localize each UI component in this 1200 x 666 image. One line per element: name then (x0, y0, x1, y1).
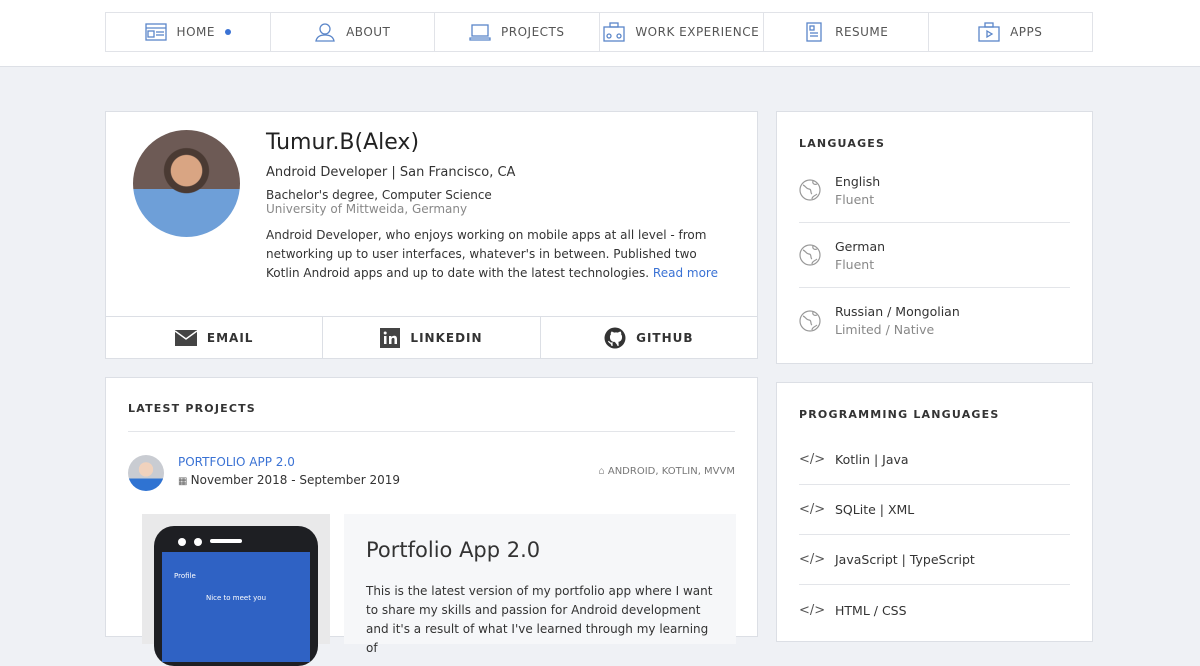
languages-card: LANGUAGES English Fluent German Fluent Russi… (776, 111, 1093, 364)
profile-role: Android Developer | San Francisco, CA (266, 165, 726, 180)
project-screenshot[interactable]: Profile Nice to meet you (142, 514, 330, 644)
nav-apps[interactable]: APPS (929, 13, 1093, 51)
programming-item: </> JavaScript | TypeScript (799, 535, 1070, 585)
nav-label: HOME (177, 25, 215, 39)
mail-icon (175, 330, 197, 346)
nav-projects[interactable]: PROJECTS (435, 13, 600, 51)
project-heading: Portfolio App 2.0 (366, 538, 714, 562)
globe-icon (799, 244, 821, 266)
globe-icon (799, 310, 821, 332)
nav-label: PROJECTS (501, 25, 564, 39)
profile-bio: Android Developer, who enjoys working on… (266, 226, 726, 283)
android-icon: ⌂ (598, 466, 608, 477)
nav-resume[interactable]: RESUME (764, 13, 929, 51)
programming-item: </> SQLite | XML (799, 485, 1070, 535)
read-more-link[interactable]: Read more (653, 266, 718, 280)
email-label: EMAIL (207, 331, 254, 345)
profile-card: Tumur.B(Alex) Android Developer | San Fr… (105, 111, 758, 359)
programming-name: SQLite | XML (835, 502, 914, 517)
section-title: PROGRAMMING LANGUAGES (799, 408, 1070, 421)
email-button[interactable]: EMAIL (106, 317, 323, 359)
language-name: English (835, 174, 880, 189)
programming-name: JavaScript | TypeScript (835, 552, 975, 567)
profile-name: Tumur.B(Alex) (266, 130, 726, 155)
language-name: German (835, 239, 885, 254)
linkedin-icon (380, 328, 400, 348)
user-icon (314, 22, 336, 42)
nav-label: RESUME (835, 25, 888, 39)
nav-about[interactable]: ABOUT (271, 13, 436, 51)
github-label: GITHUB (636, 331, 693, 345)
latest-projects-card: LATEST PROJECTS PORTFOLIO APP 2.0 ▦ Nove… (105, 377, 758, 637)
project-avatar (128, 455, 164, 491)
programming-item: </> HTML / CSS (799, 585, 1070, 635)
code-icon: </> (799, 502, 821, 517)
calendar-icon: ▦ (178, 476, 191, 487)
github-icon (604, 327, 626, 349)
section-title: LANGUAGES (799, 137, 1070, 150)
language-item: German Fluent (799, 223, 1070, 288)
nav-label: WORK EXPERIENCE (635, 25, 759, 39)
screen-title: Profile (162, 552, 310, 580)
screen-text: Nice to meet you (162, 594, 310, 602)
project-description: Portfolio App 2.0 This is the latest ver… (344, 514, 736, 644)
profile-university: University of Mittweida, Germany (266, 202, 726, 216)
nav-home[interactable]: HOME (106, 13, 271, 51)
globe-icon (799, 179, 821, 201)
project-tags: ANDROID, KOTLIN, MVVM (608, 466, 735, 477)
language-item: English Fluent (799, 158, 1070, 223)
laptop-icon (469, 22, 491, 42)
document-icon (803, 22, 825, 42)
profile-degree: Bachelor's degree, Computer Science (266, 188, 726, 202)
language-level: Limited / Native (835, 322, 960, 337)
programming-name: Kotlin | Java (835, 452, 909, 467)
language-name: Russian / Mongolian (835, 304, 960, 319)
language-item: Russian / Mongolian Limited / Native (799, 288, 1070, 353)
code-icon: </> (799, 603, 821, 618)
section-title: LATEST PROJECTS (128, 402, 735, 415)
programming-name: HTML / CSS (835, 603, 907, 618)
top-bar: HOME ABOUT PROJECTS WORK EXPERIENCE RESU… (0, 0, 1200, 67)
active-indicator (225, 29, 231, 35)
programming-item: </> Kotlin | Java (799, 435, 1070, 485)
project-date: November 2018 - September 2019 (191, 473, 400, 487)
linkedin-button[interactable]: LINKEDIN (323, 317, 540, 359)
nav-label: ABOUT (346, 25, 390, 39)
nav-work-experience[interactable]: WORK EXPERIENCE (600, 13, 765, 51)
briefcase-icon (603, 22, 625, 42)
home-icon (145, 22, 167, 42)
apps-icon (978, 22, 1000, 42)
code-icon: </> (799, 452, 821, 467)
programming-languages-card: PROGRAMMING LANGUAGES </>Kotlin | Java</… (776, 382, 1093, 642)
avatar (133, 130, 240, 237)
linkedin-label: LINKEDIN (410, 331, 482, 345)
nav-label: APPS (1010, 25, 1042, 39)
main-nav: HOME ABOUT PROJECTS WORK EXPERIENCE RESU… (105, 12, 1093, 52)
project-title-link[interactable]: PORTFOLIO APP 2.0 (178, 455, 400, 469)
bio-text: Android Developer, who enjoys working on… (266, 228, 706, 280)
project-desc-text: This is the latest version of my portfol… (366, 582, 714, 658)
language-level: Fluent (835, 192, 880, 207)
github-button[interactable]: GITHUB (541, 317, 757, 359)
language-level: Fluent (835, 257, 885, 272)
code-icon: </> (799, 552, 821, 567)
